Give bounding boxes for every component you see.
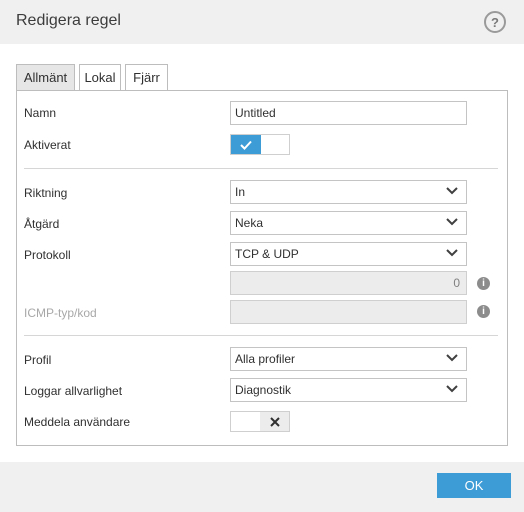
profile-value: Alla profiler bbox=[235, 352, 296, 366]
protocol-label: Protokoll bbox=[24, 248, 71, 262]
name-label: Namn bbox=[24, 106, 57, 120]
chevron-down-icon bbox=[446, 385, 458, 393]
checkmark-icon bbox=[231, 135, 261, 154]
log-severity-label: Loggar allvarlighet bbox=[24, 384, 123, 398]
enabled-toggle[interactable] bbox=[230, 134, 290, 155]
section-divider bbox=[24, 335, 498, 336]
enabled-label: Aktiverat bbox=[24, 138, 71, 152]
close-icon bbox=[260, 412, 289, 431]
log-severity-select[interactable]: Diagnostik bbox=[230, 378, 467, 402]
direction-value: In bbox=[235, 185, 246, 199]
protocol-value: TCP & UDP bbox=[235, 247, 299, 261]
icmp-label: ICMP-typ/kod bbox=[24, 306, 97, 320]
tab-lokal[interactable]: Lokal bbox=[79, 64, 121, 90]
direction-select[interactable]: In bbox=[230, 180, 467, 204]
chevron-down-icon bbox=[446, 218, 458, 226]
log-severity-value: Diagnostik bbox=[235, 383, 292, 397]
icmp-field bbox=[230, 300, 467, 324]
title-bar: Redigera regel ? bbox=[0, 0, 524, 44]
protocol-number-field: 0 bbox=[230, 271, 467, 295]
info-icon[interactable]: i bbox=[477, 305, 490, 318]
section-divider bbox=[24, 168, 498, 169]
direction-label: Riktning bbox=[24, 186, 68, 200]
notify-user-toggle[interactable] bbox=[230, 411, 290, 432]
profile-select[interactable]: Alla profiler bbox=[230, 347, 467, 371]
chevron-down-icon bbox=[446, 187, 458, 195]
chevron-down-icon bbox=[446, 354, 458, 362]
window-title: Redigera regel bbox=[16, 12, 121, 29]
tab-fjarr[interactable]: Fjärr bbox=[125, 64, 168, 90]
tab-allmant[interactable]: Allmänt bbox=[16, 64, 75, 91]
action-select[interactable]: Neka bbox=[230, 211, 467, 235]
help-icon[interactable]: ? bbox=[484, 11, 506, 33]
chevron-down-icon bbox=[446, 249, 458, 257]
protocol-select[interactable]: TCP & UDP bbox=[230, 242, 467, 266]
notify-user-label: Meddela användare bbox=[24, 415, 131, 429]
info-icon[interactable]: i bbox=[477, 277, 490, 290]
action-value: Neka bbox=[235, 216, 264, 230]
ok-button[interactable]: OK bbox=[437, 473, 511, 498]
profile-label: Profil bbox=[24, 353, 52, 367]
action-label: Åtgärd bbox=[24, 217, 60, 231]
name-field[interactable]: Untitled bbox=[230, 101, 467, 125]
